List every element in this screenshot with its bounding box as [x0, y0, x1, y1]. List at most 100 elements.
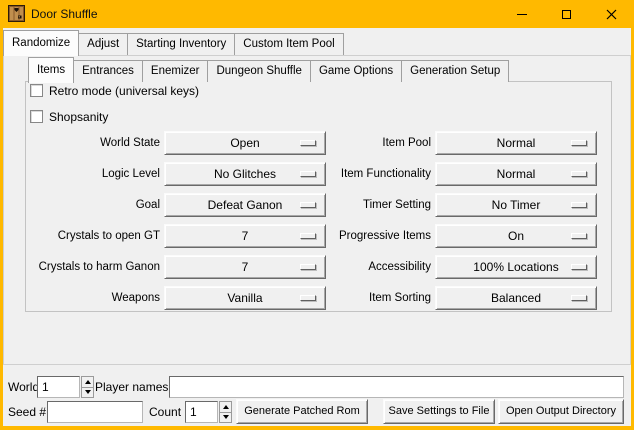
item-sorting-dropdown[interactable]: Balanced [435, 286, 597, 310]
shopsanity-checkbox[interactable] [30, 110, 43, 123]
worlds-value[interactable]: 1 [37, 376, 80, 398]
minimize-button[interactable] [499, 0, 544, 28]
seed-label: Seed # [8, 401, 46, 423]
count-value[interactable]: 1 [185, 401, 218, 423]
timer-setting-dropdown[interactable]: No Timer [435, 193, 597, 217]
item-pool-value: Normal [497, 136, 536, 150]
retro-mode-row: Retro mode (universal keys) [30, 83, 199, 98]
titlebar: Door Shuffle [0, 0, 634, 28]
progressive-items-value: On [508, 229, 524, 243]
tab-randomize[interactable]: Randomize [3, 30, 79, 56]
crystals-ganon-dropdown[interactable]: 7 [164, 255, 326, 279]
subtab-enemizer[interactable]: Enemizer [142, 60, 209, 82]
item-sorting-row: Item Sorting Balanced [303, 286, 599, 310]
dropdown-indicator-icon [571, 233, 587, 239]
crystals-ganon-row: Crystals to harm Ganon 7 [20, 255, 330, 279]
dropdown-indicator-icon [571, 140, 587, 146]
world-state-value: Open [230, 136, 259, 150]
tab-adjust-label: Adjust [87, 38, 119, 50]
crystals-ganon-label: Crystals to harm Ganon [20, 255, 160, 279]
retro-mode-label: Retro mode (universal keys) [49, 84, 199, 98]
up-arrow-icon [85, 380, 91, 384]
crystals-gt-dropdown[interactable]: 7 [164, 224, 326, 248]
progressive-items-dropdown[interactable]: On [435, 224, 597, 248]
subtab-generation-setup[interactable]: Generation Setup [401, 60, 509, 82]
accessibility-value: 100% Locations [473, 260, 558, 274]
down-arrow-icon [85, 390, 91, 394]
crystals-gt-label: Crystals to open GT [20, 224, 160, 248]
down-arrow-icon [223, 415, 229, 419]
progressive-items-label: Progressive Items [303, 224, 431, 248]
logic-level-row: Logic Level No Glitches [20, 162, 330, 186]
count-stepper-down[interactable] [219, 412, 232, 424]
subtab-generation-setup-label: Generation Setup [410, 65, 500, 77]
weapons-label: Weapons [20, 286, 160, 310]
player-names-input[interactable] [169, 376, 624, 398]
item-sorting-label: Item Sorting [303, 286, 431, 310]
retro-mode-checkbox[interactable] [30, 84, 43, 97]
accessibility-label: Accessibility [303, 255, 431, 279]
tab-custom-item-pool[interactable]: Custom Item Pool [234, 33, 343, 55]
item-functionality-row: Item Functionality Normal [303, 162, 599, 186]
worlds-stepper-down[interactable] [81, 387, 94, 399]
up-arrow-icon [223, 405, 229, 409]
goal-label: Goal [20, 193, 160, 217]
weapons-row: Weapons Vanilla [20, 286, 330, 310]
logic-level-dropdown[interactable]: No Glitches [164, 162, 326, 186]
tab-randomize-label: Randomize [12, 37, 70, 49]
tab-starting-inventory-label: Starting Inventory [136, 38, 226, 50]
shopsanity-row: Shopsanity [30, 109, 108, 124]
sub-tabbar: Items Entrances Enemizer Dungeon Shuffle… [28, 57, 508, 82]
close-button[interactable] [589, 0, 634, 28]
item-sorting-value: Balanced [491, 291, 541, 305]
item-functionality-label: Item Functionality [303, 162, 431, 186]
minimize-icon [517, 14, 527, 15]
count-label: Count [149, 401, 181, 423]
crystals-ganon-value: 7 [242, 260, 249, 274]
door-shuffle-window: Door Shuffle Randomize Adjust Starting I… [0, 0, 634, 430]
goal-dropdown[interactable]: Defeat Ganon [164, 193, 326, 217]
close-icon [606, 9, 617, 20]
world-state-row: World State Open [20, 131, 330, 155]
subtab-dungeon-shuffle[interactable]: Dungeon Shuffle [207, 60, 310, 82]
crystals-gt-value: 7 [242, 229, 249, 243]
world-state-dropdown[interactable]: Open [164, 131, 326, 155]
dropdown-indicator-icon [571, 295, 587, 301]
subtab-dungeon-shuffle-label: Dungeon Shuffle [216, 65, 301, 77]
open-output-directory-button[interactable]: Open Output Directory [498, 399, 624, 424]
item-functionality-dropdown[interactable]: Normal [435, 162, 597, 186]
count-spinbox: 1 [185, 401, 232, 423]
worlds-spinbox: 1 [37, 376, 94, 398]
player-names-label: Player names [95, 376, 168, 398]
subtab-entrances[interactable]: Entrances [73, 60, 143, 82]
logic-level-value: No Glitches [214, 167, 276, 181]
dropdown-indicator-icon [571, 264, 587, 270]
item-pool-label: Item Pool [303, 131, 431, 155]
save-settings-button[interactable]: Save Settings to File [383, 399, 495, 424]
tab-custom-item-pool-label: Custom Item Pool [243, 38, 334, 50]
tab-adjust[interactable]: Adjust [78, 33, 128, 55]
window-title: Door Shuffle [31, 0, 98, 28]
timer-setting-label: Timer Setting [303, 193, 431, 217]
accessibility-dropdown[interactable]: 100% Locations [435, 255, 597, 279]
crystals-gt-row: Crystals to open GT 7 [20, 224, 330, 248]
maximize-icon [562, 10, 571, 19]
tab-starting-inventory[interactable]: Starting Inventory [127, 33, 235, 55]
accessibility-row: Accessibility 100% Locations [303, 255, 599, 279]
app-door-icon [8, 5, 25, 22]
subtab-game-options-label: Game Options [319, 65, 393, 77]
subtab-entrances-label: Entrances [82, 65, 134, 77]
logic-level-label: Logic Level [20, 162, 160, 186]
world-state-label: World State [20, 131, 160, 155]
subtab-game-options[interactable]: Game Options [310, 60, 402, 82]
maximize-button[interactable] [544, 0, 589, 28]
progressive-items-row: Progressive Items On [303, 224, 599, 248]
client-area: Randomize Adjust Starting Inventory Cust… [3, 28, 631, 426]
generate-patched-rom-button[interactable]: Generate Patched Rom [236, 399, 368, 424]
subtab-items[interactable]: Items [28, 57, 74, 83]
item-pool-dropdown[interactable]: Normal [435, 131, 597, 155]
subtab-items-label: Items [37, 64, 65, 76]
weapons-dropdown[interactable]: Vanilla [164, 286, 326, 310]
seed-input[interactable] [47, 401, 143, 423]
item-functionality-value: Normal [497, 167, 536, 181]
